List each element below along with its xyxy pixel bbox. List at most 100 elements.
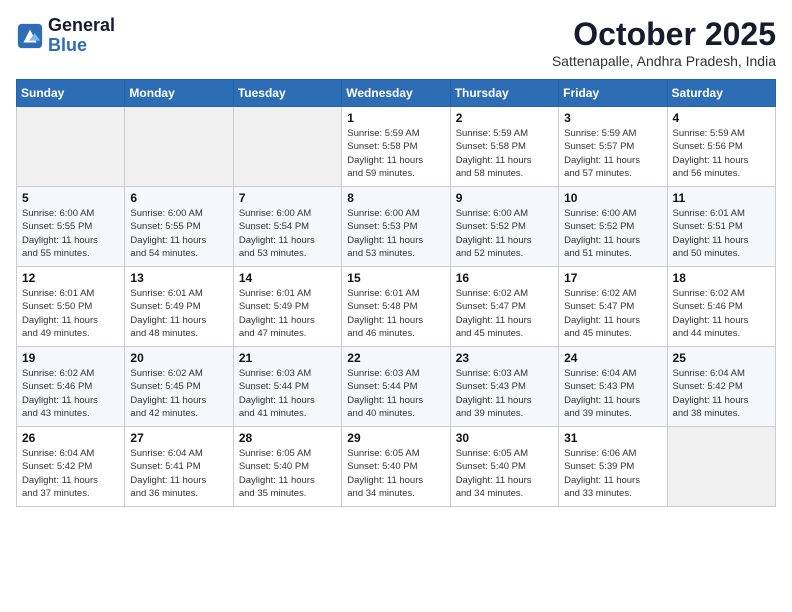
day-number: 3 xyxy=(564,111,661,125)
header-wednesday: Wednesday xyxy=(342,80,450,107)
day-number: 5 xyxy=(22,191,119,205)
page-header: General Blue October 2025 Sattenapalle, … xyxy=(16,16,776,69)
day-number: 23 xyxy=(456,351,553,365)
day-info: Sunrise: 6:02 AM Sunset: 5:47 PM Dayligh… xyxy=(564,287,661,340)
calendar-week-4: 19Sunrise: 6:02 AM Sunset: 5:46 PM Dayli… xyxy=(17,347,776,427)
logo-line2: Blue xyxy=(48,36,115,56)
header-sunday: Sunday xyxy=(17,80,125,107)
calendar-cell: 15 Sunrise: 6:01 AM Sunset: 5:48 PM Dayli… xyxy=(342,267,450,347)
day-number: 7 xyxy=(239,191,336,205)
calendar-cell: 28Sunrise: 6:05 AM Sunset: 5:40 PM Dayli… xyxy=(233,427,341,507)
calendar-table: SundayMondayTuesdayWednesdayThursdayFrid… xyxy=(16,79,776,507)
day-info: Sunrise: 6:00 AM Sunset: 5:52 PM Dayligh… xyxy=(456,207,553,260)
calendar-cell: 27 Sunrise: 6:04 AM Sunset: 5:41 PM Dayli… xyxy=(125,427,233,507)
day-info: Sunrise: 6:02 AM Sunset: 5:46 PM Dayligh… xyxy=(22,367,119,420)
header-saturday: Saturday xyxy=(667,80,775,107)
calendar-cell: 6Sunrise: 6:00 AM Sunset: 5:55 PM Daylig… xyxy=(125,187,233,267)
calendar-cell xyxy=(667,427,775,507)
month-title: October 2025 xyxy=(552,16,776,53)
day-info: Sunrise: 6:01 AM Sunset: 5:50 PM Dayligh… xyxy=(22,287,119,340)
calendar-cell: 10 Sunrise: 6:00 AM Sunset: 5:52 PM Dayli… xyxy=(559,187,667,267)
calendar-cell: 19Sunrise: 6:02 AM Sunset: 5:46 PM Dayli… xyxy=(17,347,125,427)
day-number: 11 xyxy=(673,191,770,205)
day-info: Sunrise: 6:02 AM Sunset: 5:45 PM Dayligh… xyxy=(130,367,227,420)
calendar-week-3: 12 Sunrise: 6:01 AM Sunset: 5:50 PM Dayli… xyxy=(17,267,776,347)
calendar-cell xyxy=(125,107,233,187)
day-number: 17 xyxy=(564,271,661,285)
day-info: Sunrise: 6:02 AM Sunset: 5:47 PM Dayligh… xyxy=(456,287,553,340)
day-info: Sunrise: 6:05 AM Sunset: 5:40 PM Dayligh… xyxy=(456,447,553,500)
header-thursday: Thursday xyxy=(450,80,558,107)
day-info: Sunrise: 6:00 AM Sunset: 5:55 PM Dayligh… xyxy=(22,207,119,260)
calendar-cell: 26Sunrise: 6:04 AM Sunset: 5:42 PM Dayli… xyxy=(17,427,125,507)
calendar-cell xyxy=(17,107,125,187)
day-number: 8 xyxy=(347,191,444,205)
calendar-cell: 16 Sunrise: 6:02 AM Sunset: 5:47 PM Dayli… xyxy=(450,267,558,347)
calendar-cell xyxy=(233,107,341,187)
header-monday: Monday xyxy=(125,80,233,107)
day-info: Sunrise: 6:04 AM Sunset: 5:42 PM Dayligh… xyxy=(22,447,119,500)
calendar-cell: 8 Sunrise: 6:00 AM Sunset: 5:53 PM Daylig… xyxy=(342,187,450,267)
day-info: Sunrise: 6:05 AM Sunset: 5:40 PM Dayligh… xyxy=(239,447,336,500)
day-number: 6 xyxy=(130,191,227,205)
day-number: 27 xyxy=(130,431,227,445)
day-info: Sunrise: 6:00 AM Sunset: 5:52 PM Dayligh… xyxy=(564,207,661,260)
day-info: Sunrise: 6:00 AM Sunset: 5:54 PM Dayligh… xyxy=(239,207,336,260)
day-info: Sunrise: 5:59 AM Sunset: 5:57 PM Dayligh… xyxy=(564,127,661,180)
calendar-cell: 20Sunrise: 6:02 AM Sunset: 5:45 PM Dayli… xyxy=(125,347,233,427)
day-number: 29 xyxy=(347,431,444,445)
calendar-cell: 12 Sunrise: 6:01 AM Sunset: 5:50 PM Dayli… xyxy=(17,267,125,347)
day-info: Sunrise: 6:03 AM Sunset: 5:44 PM Dayligh… xyxy=(347,367,444,420)
day-number: 14 xyxy=(239,271,336,285)
day-number: 21 xyxy=(239,351,336,365)
header-friday: Friday xyxy=(559,80,667,107)
day-info: Sunrise: 6:04 AM Sunset: 5:42 PM Dayligh… xyxy=(673,367,770,420)
day-info: Sunrise: 6:02 AM Sunset: 5:46 PM Dayligh… xyxy=(673,287,770,340)
calendar-header-row: SundayMondayTuesdayWednesdayThursdayFrid… xyxy=(17,80,776,107)
logo-icon xyxy=(16,22,44,50)
day-number: 10 xyxy=(564,191,661,205)
calendar-cell: 3 Sunrise: 5:59 AM Sunset: 5:57 PM Daylig… xyxy=(559,107,667,187)
day-info: Sunrise: 6:03 AM Sunset: 5:44 PM Dayligh… xyxy=(239,367,336,420)
calendar-cell: 11 Sunrise: 6:01 AM Sunset: 5:51 PM Dayli… xyxy=(667,187,775,267)
calendar-cell: 7 Sunrise: 6:00 AM Sunset: 5:54 PM Daylig… xyxy=(233,187,341,267)
calendar-cell: 2 Sunrise: 5:59 AM Sunset: 5:58 PM Daylig… xyxy=(450,107,558,187)
calendar-cell: 1 Sunrise: 5:59 AM Sunset: 5:58 PM Daylig… xyxy=(342,107,450,187)
day-info: Sunrise: 6:01 AM Sunset: 5:51 PM Dayligh… xyxy=(673,207,770,260)
day-info: Sunrise: 5:59 AM Sunset: 5:58 PM Dayligh… xyxy=(347,127,444,180)
day-number: 18 xyxy=(673,271,770,285)
calendar-cell: 18 Sunrise: 6:02 AM Sunset: 5:46 PM Dayli… xyxy=(667,267,775,347)
location-subtitle: Sattenapalle, Andhra Pradesh, India xyxy=(552,53,776,69)
day-number: 12 xyxy=(22,271,119,285)
day-info: Sunrise: 5:59 AM Sunset: 5:56 PM Dayligh… xyxy=(673,127,770,180)
day-info: Sunrise: 6:04 AM Sunset: 5:43 PM Dayligh… xyxy=(564,367,661,420)
day-info: Sunrise: 6:01 AM Sunset: 5:49 PM Dayligh… xyxy=(130,287,227,340)
calendar-week-2: 5 Sunrise: 6:00 AM Sunset: 5:55 PM Daylig… xyxy=(17,187,776,267)
day-number: 24 xyxy=(564,351,661,365)
calendar-cell: 5 Sunrise: 6:00 AM Sunset: 5:55 PM Daylig… xyxy=(17,187,125,267)
day-info: Sunrise: 6:01 AM Sunset: 5:49 PM Dayligh… xyxy=(239,287,336,340)
day-number: 13 xyxy=(130,271,227,285)
day-info: Sunrise: 6:05 AM Sunset: 5:40 PM Dayligh… xyxy=(347,447,444,500)
logo: General Blue xyxy=(16,16,115,56)
day-number: 25 xyxy=(673,351,770,365)
day-info: Sunrise: 6:04 AM Sunset: 5:41 PM Dayligh… xyxy=(130,447,227,500)
calendar-cell: 30 Sunrise: 6:05 AM Sunset: 5:40 PM Dayli… xyxy=(450,427,558,507)
day-number: 4 xyxy=(673,111,770,125)
day-number: 30 xyxy=(456,431,553,445)
logo-line1: General xyxy=(48,16,115,36)
calendar-cell: 29 Sunrise: 6:05 AM Sunset: 5:40 PM Dayli… xyxy=(342,427,450,507)
day-number: 2 xyxy=(456,111,553,125)
day-number: 22 xyxy=(347,351,444,365)
day-number: 16 xyxy=(456,271,553,285)
calendar-cell: 25 Sunrise: 6:04 AM Sunset: 5:42 PM Dayli… xyxy=(667,347,775,427)
day-info: Sunrise: 6:00 AM Sunset: 5:53 PM Dayligh… xyxy=(347,207,444,260)
header-tuesday: Tuesday xyxy=(233,80,341,107)
day-info: Sunrise: 5:59 AM Sunset: 5:58 PM Dayligh… xyxy=(456,127,553,180)
title-block: October 2025 Sattenapalle, Andhra Prades… xyxy=(552,16,776,69)
calendar-cell: 14 Sunrise: 6:01 AM Sunset: 5:49 PM Dayli… xyxy=(233,267,341,347)
calendar-cell: 21 Sunrise: 6:03 AM Sunset: 5:44 PM Dayli… xyxy=(233,347,341,427)
day-info: Sunrise: 6:01 AM Sunset: 5:48 PM Dayligh… xyxy=(347,287,444,340)
day-number: 1 xyxy=(347,111,444,125)
day-number: 15 xyxy=(347,271,444,285)
